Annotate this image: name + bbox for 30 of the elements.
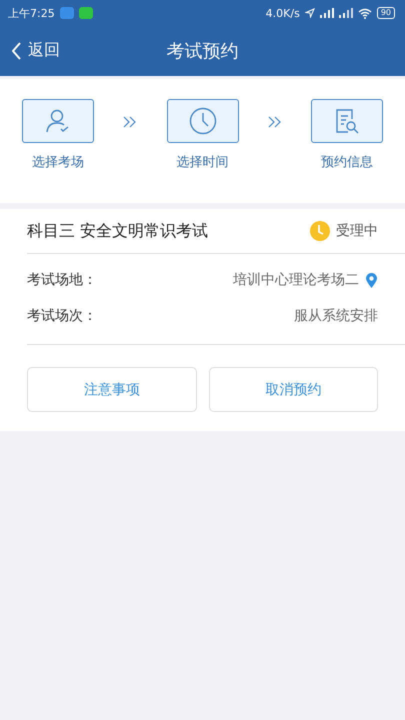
status-time: 上午7:25 bbox=[8, 6, 55, 20]
battery-indicator: 90 bbox=[376, 7, 395, 19]
field-label: 考试场地： bbox=[27, 271, 98, 289]
page-title: 考试预约 bbox=[166, 40, 238, 63]
action-button[interactable]: 注意事项 bbox=[27, 367, 196, 412]
wifi-icon bbox=[358, 8, 372, 18]
app-icon bbox=[60, 7, 74, 19]
app-icon bbox=[78, 7, 93, 19]
person-check-icon bbox=[45, 108, 71, 134]
field-label: 考试场次： bbox=[27, 307, 98, 325]
clock-icon bbox=[188, 107, 216, 135]
step-label: 选择时间 bbox=[176, 154, 228, 171]
document-search-icon bbox=[334, 108, 360, 134]
signal-icon bbox=[320, 8, 334, 18]
action-button[interactable]: 取消预约 bbox=[208, 367, 378, 412]
location-arrow-icon bbox=[304, 8, 315, 18]
clock-icon bbox=[310, 221, 330, 241]
back-button[interactable]: 返回 bbox=[12, 40, 60, 61]
step-label: 选择考场 bbox=[32, 154, 84, 171]
exam-title: 科目三 安全文明常识考试 bbox=[27, 220, 210, 242]
double-chevron-icon bbox=[268, 116, 282, 128]
exam-status: 受理中 bbox=[336, 222, 378, 240]
step-label: 预约信息 bbox=[321, 154, 373, 171]
back-chevron-icon bbox=[12, 42, 22, 60]
location-pin-icon bbox=[365, 272, 378, 288]
field-value: 培训中心理论考场二 bbox=[233, 271, 359, 289]
field-value: 服从系统安排 bbox=[294, 307, 378, 325]
network-speed: 4.0K/s bbox=[266, 6, 300, 20]
signal-icon bbox=[338, 8, 353, 18]
double-chevron-icon bbox=[123, 116, 138, 128]
